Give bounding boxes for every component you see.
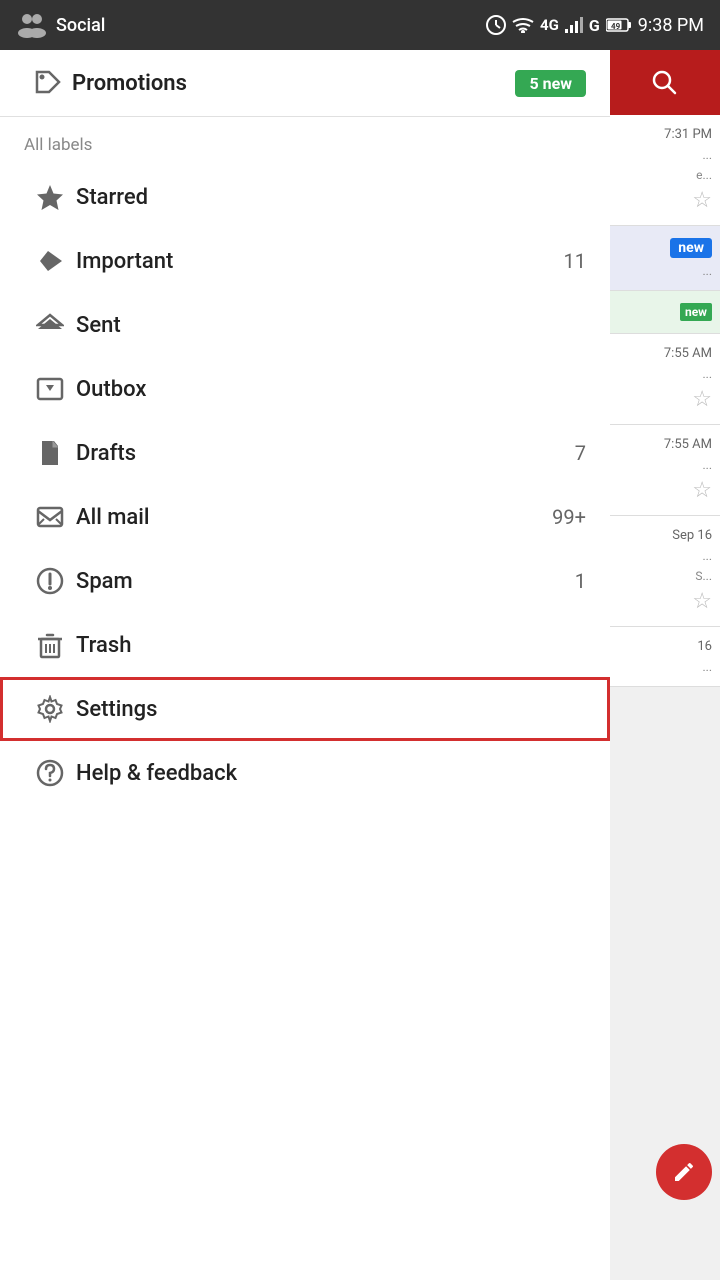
- email-dots-6: ...: [703, 549, 713, 563]
- menu-item-outbox[interactable]: Outbox: [0, 357, 610, 421]
- svg-text:49: 49: [611, 22, 621, 31]
- email-time-4: 7:55 AM: [664, 346, 712, 361]
- main-layout: Promotions 5 new All labels Starred Impo…: [0, 50, 720, 1280]
- menu-item-drafts[interactable]: Drafts 7: [0, 421, 610, 485]
- right-panel-header: [610, 50, 720, 115]
- outbox-label: Outbox: [76, 377, 586, 402]
- promotions-label: Promotions: [72, 71, 515, 96]
- spam-label: Spam: [76, 569, 575, 594]
- email-star-6[interactable]: ☆: [692, 589, 712, 614]
- right-panel: 7:31 PM ... e... ☆ new ... new 7:55 AM .…: [610, 50, 720, 1280]
- time-display: 9:38 PM: [638, 15, 704, 36]
- clock-icon: [486, 15, 506, 35]
- important-icon: [24, 247, 76, 275]
- help-icon: [24, 759, 76, 787]
- settings-icon: [24, 695, 76, 723]
- email-item-2: new ...: [610, 226, 720, 291]
- email-star-1[interactable]: ☆: [692, 188, 712, 213]
- wifi-icon: [512, 17, 534, 33]
- email-item-5: 7:55 AM ... ☆: [610, 425, 720, 516]
- status-bar-title: Social: [56, 15, 105, 36]
- drafts-count: 7: [575, 441, 586, 465]
- email-badge-2: new: [670, 238, 712, 258]
- status-bar-left: Social: [16, 11, 105, 39]
- help-label: Help & feedback: [76, 761, 586, 786]
- email-dots-4: ...: [703, 367, 713, 381]
- drawer: Promotions 5 new All labels Starred Impo…: [0, 50, 610, 1280]
- spam-icon: [24, 567, 76, 595]
- network-label: 4G: [540, 16, 559, 34]
- email-item-1: 7:31 PM ... e... ☆: [610, 115, 720, 226]
- compose-fab[interactable]: [656, 1144, 712, 1200]
- starred-label: Starred: [76, 185, 586, 210]
- drafts-label: Drafts: [76, 441, 575, 466]
- menu-item-help[interactable]: Help & feedback: [0, 741, 610, 805]
- important-label: Important: [76, 249, 564, 274]
- email-dots-5: ...: [703, 458, 713, 472]
- menu-item-important[interactable]: Important 11: [0, 229, 610, 293]
- status-icons: 4G G 49 9:38 PM: [486, 15, 704, 36]
- email-dots-1: ...: [703, 148, 713, 162]
- menu-item-allmail[interactable]: All mail 99+: [0, 485, 610, 549]
- signal-icon: [565, 17, 583, 33]
- menu-item-settings[interactable]: Settings: [0, 677, 610, 741]
- sent-icon: [24, 311, 76, 339]
- drafts-icon: [24, 439, 76, 467]
- promotions-badge: 5 new: [515, 70, 586, 97]
- email-item-4: 7:55 AM ... ☆: [610, 334, 720, 425]
- email-dots-7: ...: [703, 660, 713, 674]
- email-dots-2: ...: [703, 264, 713, 278]
- menu-item-trash[interactable]: Trash: [0, 613, 610, 677]
- menu-item-sent[interactable]: Sent: [0, 293, 610, 357]
- allmail-icon: [24, 503, 76, 531]
- tag-icon: [24, 68, 72, 98]
- all-labels-header: All labels: [0, 117, 610, 165]
- email-preview-1: e...: [696, 168, 712, 182]
- trash-icon: [24, 631, 76, 659]
- email-time-5: 7:55 AM: [664, 437, 712, 452]
- email-preview-6: S...: [695, 569, 712, 583]
- compose-icon: [672, 1160, 696, 1184]
- email-badge-3: new: [680, 303, 712, 321]
- search-icon[interactable]: [650, 68, 680, 98]
- trash-label: Trash: [76, 633, 586, 658]
- email-item-6: Sep 16 ... S... ☆: [610, 516, 720, 627]
- menu-item-starred[interactable]: Starred: [0, 165, 610, 229]
- email-item-3: new: [610, 291, 720, 334]
- social-icon: [16, 11, 48, 39]
- spam-count: 1: [575, 569, 586, 593]
- allmail-count: 99+: [552, 505, 586, 529]
- email-star-4[interactable]: ☆: [692, 387, 712, 412]
- sent-label: Sent: [76, 313, 586, 338]
- email-star-5[interactable]: ☆: [692, 478, 712, 503]
- promotions-row[interactable]: Promotions 5 new: [0, 50, 610, 117]
- outbox-icon: [24, 375, 76, 403]
- status-bar: Social 4G G 49: [0, 0, 720, 50]
- star-icon: [24, 183, 76, 211]
- email-time-6: Sep 16: [672, 528, 712, 543]
- email-time-1: 7:31 PM: [664, 127, 712, 142]
- settings-label: Settings: [76, 697, 586, 722]
- email-item-7: 16 ...: [610, 627, 720, 687]
- email-time-7: 16: [697, 639, 712, 654]
- battery-icon: 49: [606, 17, 632, 33]
- important-count: 11: [564, 249, 586, 273]
- allmail-label: All mail: [76, 505, 552, 530]
- menu-item-spam[interactable]: Spam 1: [0, 549, 610, 613]
- g-label: G: [589, 16, 600, 35]
